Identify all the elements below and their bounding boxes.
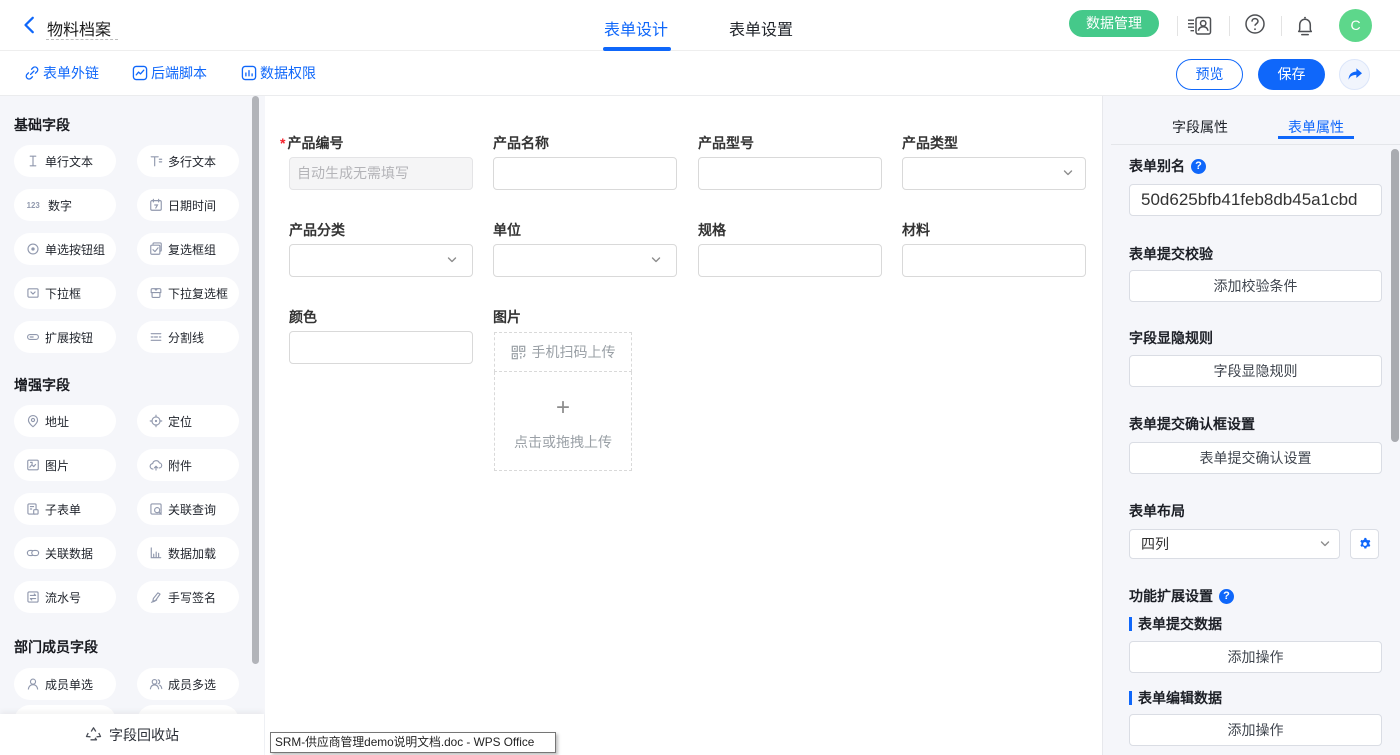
svg-text:123: 123: [27, 201, 41, 210]
